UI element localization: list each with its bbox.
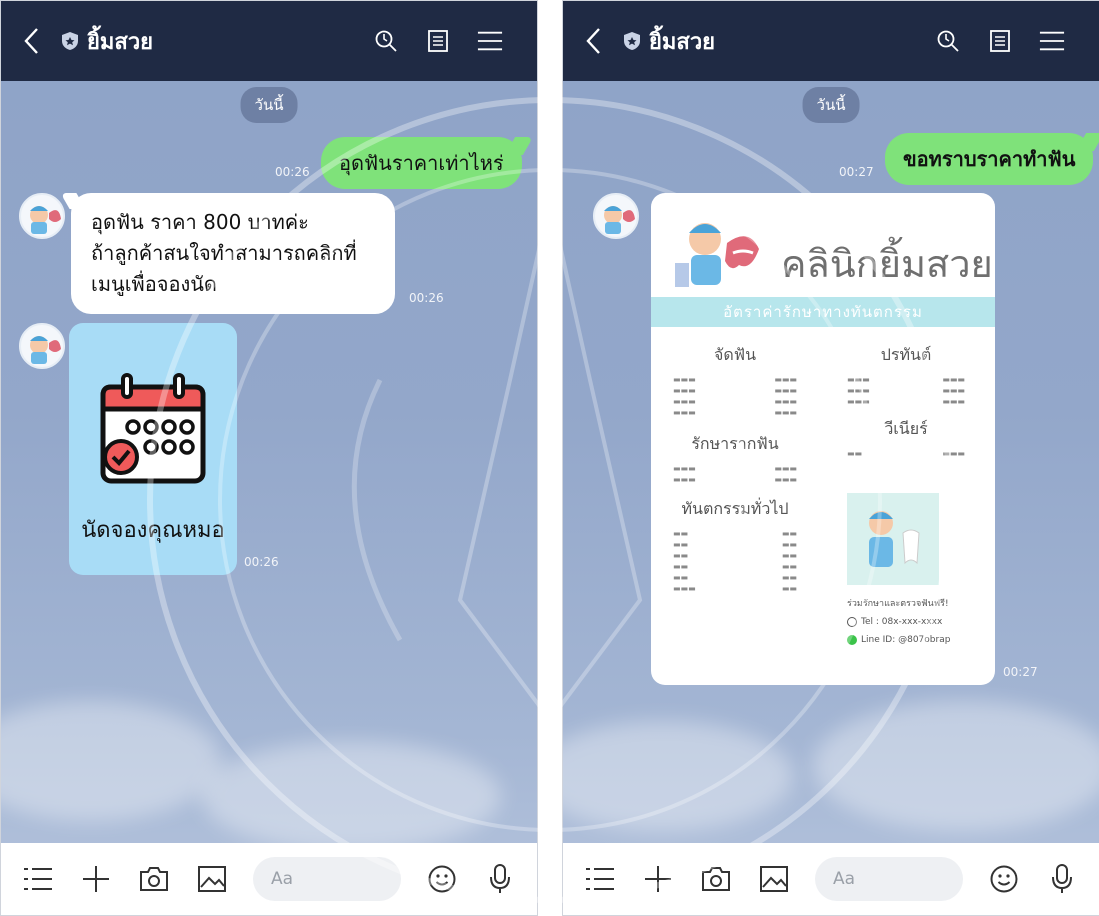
message-input-placeholder: Aa (271, 869, 294, 889)
date-chip: วันนี้ (240, 87, 298, 123)
price-column-left: จัดฟัน ▬▬▬ ▬▬▬ ▬▬▬ ▬▬▬ ▬▬▬ ▬▬▬ ▬▬▬ ▬▬▬ รักษา… (673, 345, 797, 593)
message-time: 00:26 (275, 165, 310, 179)
search-icon[interactable] (373, 28, 399, 54)
chat-header: ยิ้มสวย (1, 1, 537, 81)
message-input[interactable]: Aa (815, 857, 963, 901)
price-column-right: ปรทันต์ ▬▬▬ ▬▬▬ ▬▬▬ ▬▬▬ ▬▬▬ ▬▬▬ วีเนียร์ ▬▬… (847, 345, 965, 458)
chat-screen-left: ยิ้มสวย วันนี้ 00:26 อุดฟันราคาเท่าไหร่ … (0, 0, 538, 916)
message-time: 00:26 (244, 555, 279, 569)
menu-icon[interactable] (477, 28, 503, 54)
price-list-card[interactable]: คลินิกยิ้มสวย อัตราค่ารักษาทางทันตกรรม จ… (651, 193, 995, 685)
calendar-icon (100, 373, 206, 484)
booking-card-label: นัดจองคุณหมอ (81, 518, 225, 543)
line-icon (847, 635, 857, 645)
notes-icon[interactable] (425, 28, 451, 54)
section-heading: จัดฟัน (713, 345, 757, 364)
avatar[interactable] (19, 193, 65, 239)
chat-title: ยิ้มสวย (649, 29, 716, 55)
contact-line: Line ID: @807obrap (861, 635, 951, 645)
dentist-photo (847, 493, 939, 585)
mic-icon[interactable] (483, 862, 517, 896)
plus-icon[interactable] (641, 862, 675, 896)
list-icon[interactable] (21, 862, 55, 896)
camera-icon[interactable] (699, 862, 733, 896)
image-icon[interactable] (757, 862, 791, 896)
user-message-bubble[interactable]: ขอทราบราคาทำฟัน (885, 133, 1094, 185)
bot-message-bubble[interactable]: อุดฟัน ราคา 800 บาทค่ะ ถ้าลูกค้าสนใจทำสา… (71, 193, 395, 314)
emoji-icon[interactable] (425, 862, 459, 896)
section-heading: ทันตกรรมทั่วไป (681, 499, 789, 518)
card-title: คลินิกยิ้มสวย (781, 242, 993, 286)
search-icon[interactable] (935, 28, 961, 54)
message-toolbar: Aa (1, 843, 537, 915)
plus-icon[interactable] (79, 862, 113, 896)
section-heading: รักษารากฟัน (691, 434, 779, 453)
list-icon[interactable] (583, 862, 617, 896)
section-heading: วีเนียร์ (884, 419, 928, 438)
camera-icon[interactable] (137, 862, 171, 896)
card-banner: อัตราค่ารักษาทางทันตกรรม (651, 297, 995, 327)
contact-tel: Tel : 08x-xxx-xxxx (861, 617, 943, 627)
date-chip: วันนี้ (802, 87, 860, 123)
message-time: 00:27 (839, 165, 874, 179)
contact-heading: ร่วมรักษาและตรวจฟันฟรี! (847, 599, 949, 609)
emoji-icon[interactable] (987, 862, 1021, 896)
message-toolbar: Aa (563, 843, 1099, 915)
user-message-bubble[interactable]: อุดฟันราคาเท่าไหร่ (321, 137, 522, 189)
bot-message-line: เมนูเพื่อจองนัด (91, 272, 217, 296)
shield-icon (624, 32, 640, 50)
message-time: 00:27 (1003, 665, 1038, 679)
section-heading: ปรทันต์ (880, 345, 932, 364)
back-icon[interactable] (1, 1, 61, 81)
shield-icon (62, 32, 78, 50)
phone-icon (847, 617, 857, 627)
back-icon[interactable] (563, 1, 623, 81)
bot-message-line: อุดฟัน ราคา 800 บาทค่ะ (91, 210, 309, 234)
booking-card[interactable]: นัดจองคุณหมอ (69, 323, 237, 575)
avatar[interactable] (593, 193, 639, 239)
message-input[interactable]: Aa (253, 857, 401, 901)
bot-message-line: ถ้าลูกค้าสนใจทำสามารถคลิกที่ (91, 241, 357, 265)
dentist-illustration (675, 223, 759, 287)
message-input-placeholder: Aa (833, 869, 856, 889)
menu-icon[interactable] (1039, 28, 1065, 54)
chat-header: ยิ้มสวย (563, 1, 1099, 81)
contact-info: ร่วมรักษาและตรวจฟันฟรี! Tel : 08x-xxx-xx… (847, 595, 950, 649)
notes-icon[interactable] (987, 28, 1013, 54)
mic-icon[interactable] (1045, 862, 1079, 896)
chat-screen-right: ยิ้มสวย วันนี้ 00:27 ขอทราบราคาทำฟัน คลิ… (562, 0, 1099, 916)
chat-title: ยิ้มสวย (87, 29, 154, 55)
image-icon[interactable] (195, 862, 229, 896)
avatar[interactable] (19, 323, 65, 369)
message-time: 00:26 (409, 291, 444, 305)
